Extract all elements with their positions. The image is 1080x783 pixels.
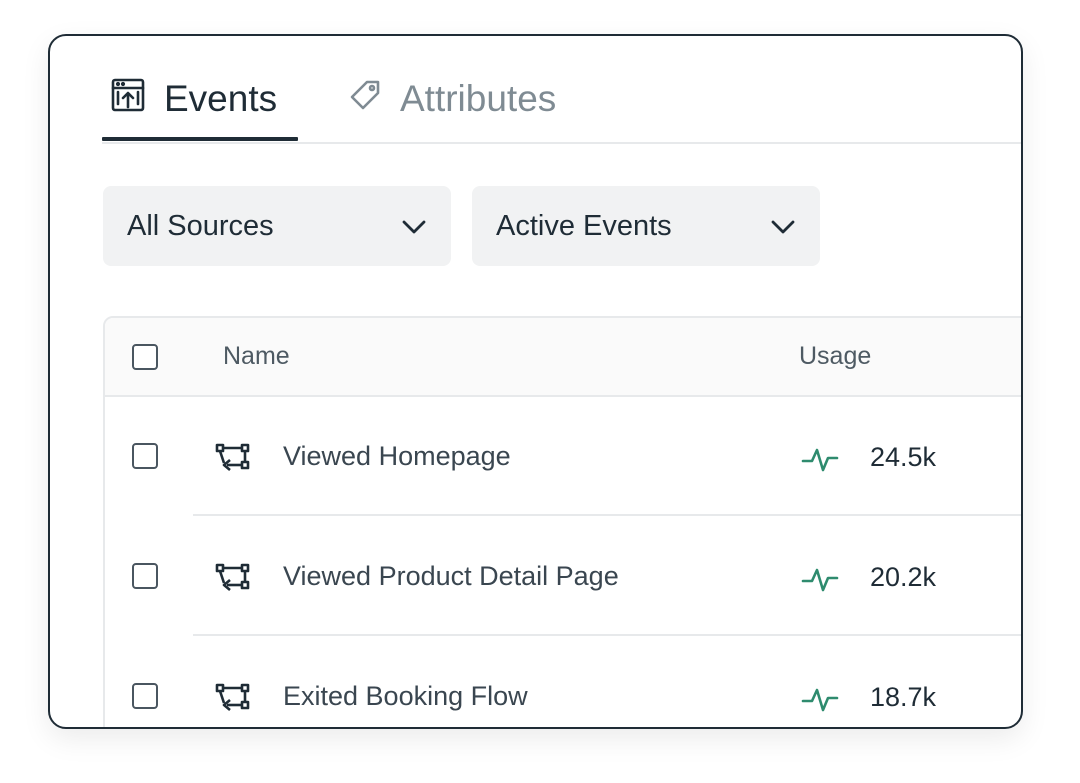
column-header-usage[interactable]: Usage: [799, 342, 871, 371]
row-checkbox[interactable]: [132, 563, 158, 589]
sources-dropdown[interactable]: All Sources: [103, 186, 451, 266]
event-name: Viewed Homepage: [283, 441, 511, 471]
activity-pulse-icon: [801, 685, 839, 718]
column-header-name[interactable]: Name: [223, 342, 290, 371]
usage-value: 20.2k: [870, 562, 937, 592]
chevron-down-icon: [770, 210, 796, 243]
event-icon: [215, 683, 251, 716]
events-table: Name Usage Viewed Homepage 24.5k Viewed …: [103, 316, 1021, 727]
event-name: Viewed Product Detail Page: [283, 561, 619, 591]
table-header: Name Usage: [105, 318, 1021, 397]
tab-events[interactable]: Events: [110, 74, 277, 124]
sources-dropdown-label: All Sources: [127, 209, 274, 242]
activity-pulse-icon: [801, 565, 839, 598]
table-row[interactable]: Viewed Product Detail Page 20.2k: [105, 517, 1021, 636]
tab-bar: Events Attributes: [102, 36, 1021, 144]
event-icon: [215, 563, 251, 596]
table-row[interactable]: Viewed Homepage 24.5k: [105, 397, 1021, 516]
browser-upload-icon: [110, 77, 146, 122]
event-status-dropdown[interactable]: Active Events: [472, 186, 820, 266]
row-divider: [193, 514, 1021, 516]
event-name: Exited Booking Flow: [283, 681, 528, 711]
chevron-down-icon: [401, 210, 427, 243]
select-all-checkbox[interactable]: [132, 344, 158, 370]
row-divider: [193, 634, 1021, 636]
row-checkbox[interactable]: [132, 443, 158, 469]
tab-attributes-label: Attributes: [400, 78, 557, 119]
events-panel: Events Attributes All Sources Active Eve…: [48, 34, 1023, 729]
usage-value: 24.5k: [870, 442, 937, 472]
usage-value: 18.7k: [870, 682, 937, 712]
activity-pulse-icon: [801, 445, 839, 478]
event-icon: [215, 443, 251, 476]
table-row[interactable]: Exited Booking Flow 18.7k: [105, 637, 1021, 727]
tag-icon: [348, 78, 382, 121]
tab-events-label: Events: [164, 78, 278, 119]
row-checkbox[interactable]: [132, 683, 158, 709]
event-status-dropdown-label: Active Events: [496, 209, 672, 242]
tab-attributes[interactable]: Attributes: [348, 74, 556, 124]
active-tab-indicator: [102, 137, 298, 141]
